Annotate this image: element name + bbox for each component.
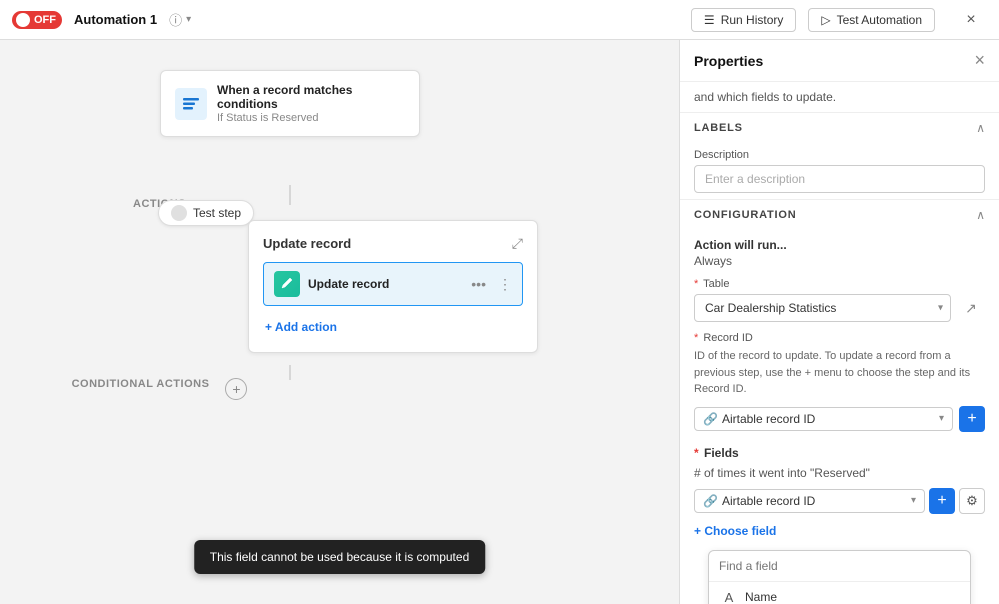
action-container: Update record ⤢ Update record ••• ⋮ + Ad…	[248, 220, 538, 353]
header-info: ⓘ ▾	[169, 10, 191, 29]
trigger-icon	[175, 88, 207, 120]
test-step-chip[interactable]: Test step	[158, 200, 254, 226]
properties-panel: Properties × and which fields to update.…	[679, 40, 999, 604]
fields-token-add-button[interactable]: +	[929, 488, 955, 514]
toast-message: This field cannot be used because it is …	[194, 540, 486, 574]
trigger-card[interactable]: When a record matches conditions If Stat…	[160, 70, 420, 137]
record-id-label: Record ID	[703, 332, 753, 344]
action-row[interactable]: Update record ••• ⋮	[263, 262, 523, 306]
trigger-area: When a record matches conditions If Stat…	[160, 70, 420, 137]
fields-airtable-record-id-token[interactable]: 🔗 Airtable record ID ▾	[694, 489, 925, 513]
fields-sub-label: # of times it went into "Reserved"	[694, 466, 985, 480]
properties-title: Properties	[694, 53, 763, 69]
add-conditional-button[interactable]: +	[225, 378, 247, 400]
header: OFF Automation 1 ⓘ ▾ ☰ Run History ▷ Tes…	[0, 0, 999, 40]
fields-token-chevron-icon: ▾	[911, 495, 916, 506]
fields-section: * Fields # of times it went into "Reserv…	[680, 440, 999, 604]
action-row-grip-icon[interactable]: ⋮	[498, 276, 512, 293]
labels-section-label: LABELS	[694, 122, 743, 134]
add-action-button[interactable]: + Add action	[263, 316, 523, 338]
action-row-more-icon[interactable]: •••	[471, 276, 486, 292]
external-link-icon[interactable]: ↗	[957, 294, 985, 322]
table-select[interactable]: Car Dealership Statistics	[694, 294, 951, 322]
automation-toggle[interactable]: OFF	[12, 11, 62, 29]
fields-token-icon: 🔗	[703, 494, 718, 508]
automation-title[interactable]: Automation 1	[74, 12, 157, 27]
action-will-run-label: Action will run...	[694, 238, 985, 252]
run-history-icon: ☰	[704, 13, 715, 27]
fields-token-row: 🔗 Airtable record ID ▾ + ⚙	[694, 488, 985, 514]
gear-button[interactable]: ⚙	[959, 488, 985, 514]
trigger-card-text: When a record matches conditions If Stat…	[217, 83, 405, 124]
choose-field-dropdown: A Name ☰ Car Information ☰ Status (from …	[708, 550, 971, 604]
choose-field-search-input[interactable]	[719, 559, 960, 573]
table-select-wrapper: Car Dealership Statistics ▾	[694, 294, 951, 322]
required-indicator: *	[694, 278, 698, 290]
properties-intro: and which fields to update.	[680, 82, 999, 112]
choose-field-search	[709, 551, 970, 582]
configuration-section-header: CONFIGURATION ∧	[680, 199, 999, 230]
labels-chevron-icon[interactable]: ∧	[976, 121, 985, 135]
action-will-run-value: Always	[694, 254, 985, 268]
properties-close-button[interactable]: ×	[974, 50, 985, 71]
close-button[interactable]: ×	[955, 4, 987, 36]
canvas: TRIGGER When a record matches conditions…	[0, 40, 679, 604]
description-label: Description	[694, 149, 985, 161]
fields-required-indicator: *	[694, 446, 699, 460]
properties-header: Properties ×	[680, 40, 999, 82]
properties-scroll[interactable]: and which fields to update. LABELS ∧ Des…	[680, 82, 999, 604]
token-icon: 🔗	[703, 412, 718, 426]
table-field-row: Car Dealership Statistics ▾ ↗	[694, 294, 985, 322]
labels-section-header: LABELS ∧	[680, 112, 999, 143]
field-item-name[interactable]: A Name	[709, 582, 970, 604]
toggle-label: OFF	[34, 14, 56, 26]
test-step-dot	[171, 205, 187, 221]
action-card: Update record ⤢ Update record ••• ⋮ + Ad…	[248, 220, 538, 353]
expand-icon[interactable]: ⤢	[512, 235, 523, 252]
record-id-description: ID of the record to update. To update a …	[694, 348, 985, 398]
test-automation-button[interactable]: ▷ Test Automation	[808, 8, 935, 32]
configuration-chevron-icon[interactable]: ∧	[976, 208, 985, 222]
chevron-down-icon[interactable]: ▾	[186, 14, 191, 25]
description-input[interactable]	[694, 165, 985, 193]
configuration-label: CONFIGURATION	[694, 209, 796, 221]
main-layout: TRIGGER When a record matches conditions…	[0, 40, 999, 604]
table-label: Table	[703, 278, 729, 290]
info-icon[interactable]: ⓘ	[169, 10, 182, 29]
token-add-button[interactable]: +	[959, 406, 985, 432]
required-indicator-2: *	[694, 332, 698, 344]
text-type-icon: A	[721, 590, 737, 604]
token-chevron-icon: ▾	[939, 413, 944, 424]
fields-label: Fields	[704, 446, 739, 460]
airtable-record-id-token[interactable]: 🔗 Airtable record ID ▾	[694, 407, 953, 431]
run-history-button[interactable]: ☰ Run History	[691, 8, 796, 32]
record-id-token-row: 🔗 Airtable record ID ▾ +	[694, 406, 985, 432]
description-field-row: Description	[680, 143, 999, 199]
toggle-circle	[16, 13, 30, 27]
action-row-icon	[274, 271, 300, 297]
test-icon: ▷	[821, 13, 830, 27]
configuration-content: Action will run... Always * Table Car De…	[680, 230, 999, 440]
action-header: Update record ⤢	[263, 235, 523, 252]
conditional-actions-area: CONDITIONAL ACTIONS +	[0, 378, 319, 400]
add-field-button[interactable]: + Choose field	[694, 520, 985, 542]
